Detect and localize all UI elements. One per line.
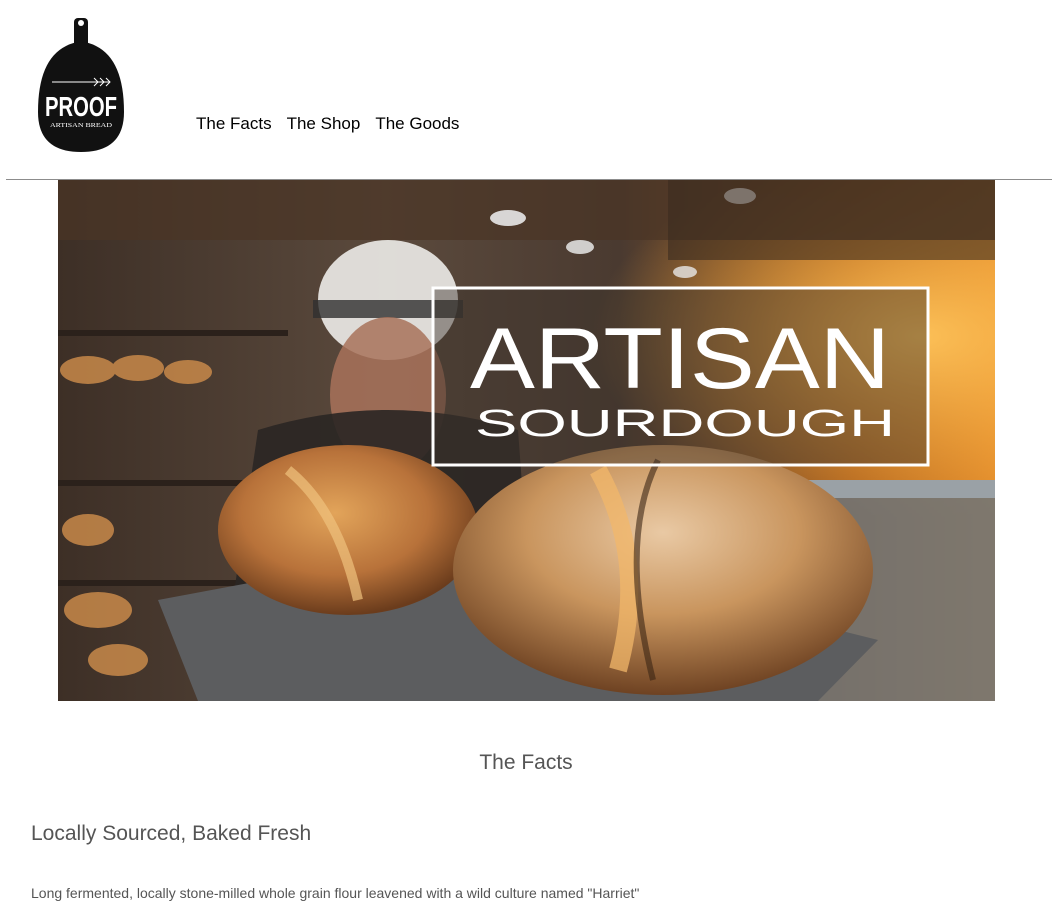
hero-illustration: ARTISAN SOURDOUGH [58, 180, 995, 701]
hero-title-line1: ARTISAN [470, 311, 890, 407]
proof-logo[interactable]: PROOF ARTISAN BREAD [38, 16, 124, 154]
hero-title-line2: SOURDOUGH [475, 403, 895, 445]
facts-subheading: Locally Sourced, Baked Fresh [31, 822, 312, 845]
facts-body-text: Long fermented, locally stone-milled who… [31, 885, 640, 901]
section-title-the-facts: The Facts [479, 751, 573, 774]
nav-link-the-shop[interactable]: The Shop [287, 114, 361, 134]
main-nav: The Facts The Shop The Goods [196, 114, 474, 134]
logo-brand: PROOF [45, 91, 117, 122]
site-header: PROOF ARTISAN BREAD The Facts The Shop T… [0, 0, 1052, 179]
nav-link-the-facts[interactable]: The Facts [196, 114, 272, 134]
nav-link-the-goods[interactable]: The Goods [375, 114, 459, 134]
logo-tagline: ARTISAN BREAD [50, 122, 112, 129]
hero-image: ARTISAN SOURDOUGH [58, 180, 995, 701]
